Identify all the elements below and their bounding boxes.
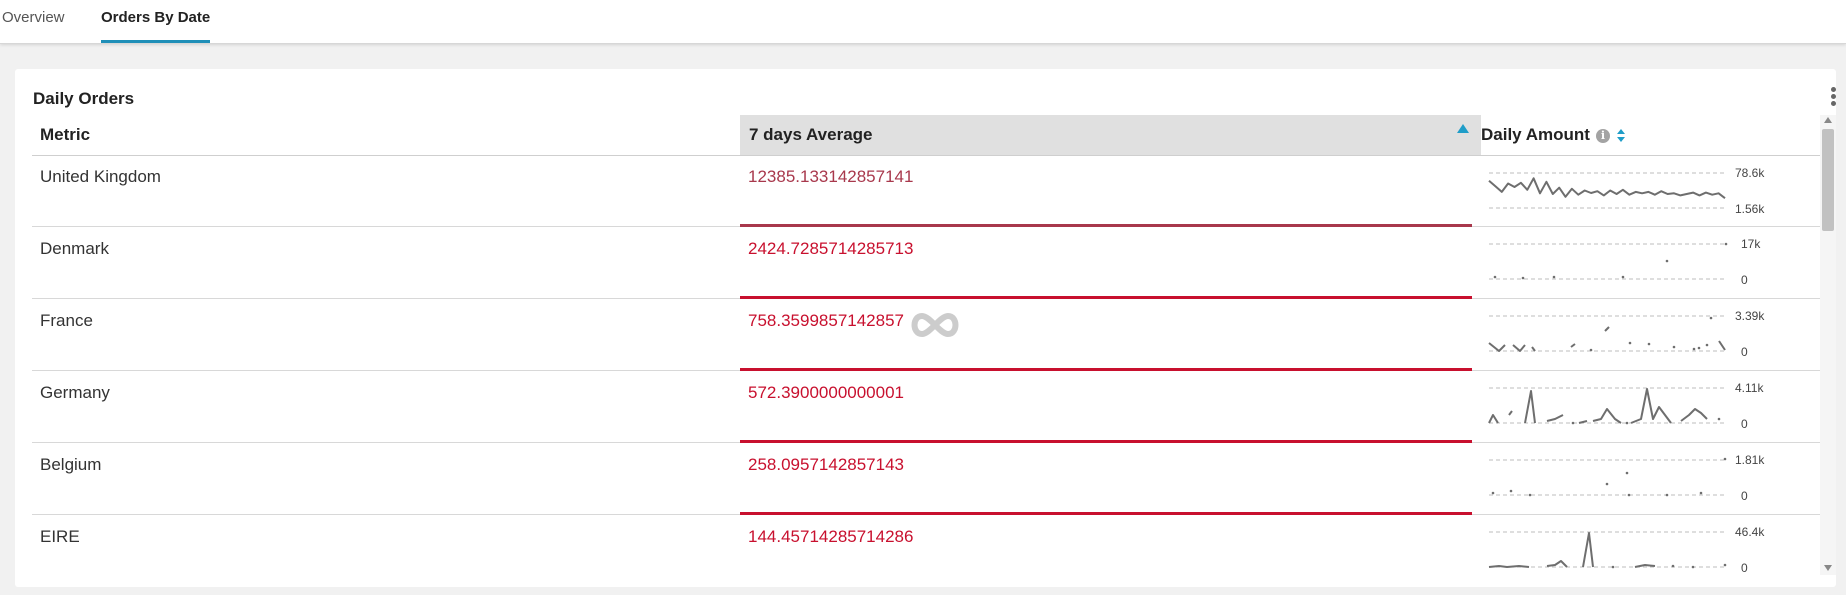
card-title: Daily Orders (33, 89, 135, 108)
column-header-metric[interactable]: Metric (40, 115, 90, 155)
column-header-7-days-average[interactable]: 7 days Average (740, 115, 1481, 155)
sparkline-min-label: 0 (1741, 273, 1748, 287)
vertical-scrollbar[interactable] (1820, 115, 1836, 575)
sparkline-min-label: 0 (1741, 417, 1748, 431)
sparkline-max-label: 78.6k (1735, 166, 1765, 180)
average-cell: 144.45714285714286 (748, 527, 914, 546)
loading-spinner-icon (911, 312, 959, 338)
column-header-daily-amount[interactable]: Daily Amount i (1481, 115, 1626, 155)
tab-bar: Overview Orders By Date (0, 0, 1846, 44)
sparkline-max-label: 17k (1741, 237, 1761, 251)
sparkline-chart: 4.11k 0 (1488, 381, 1764, 431)
sparkline-max-label: 3.39k (1735, 309, 1765, 323)
metric-cell: France (40, 311, 93, 330)
info-icon[interactable]: i (1595, 128, 1610, 143)
table-header: Metric 7 days Average Daily Amount i (32, 115, 1820, 156)
sparkline-chart: 78.6k 1.56k (1488, 166, 1765, 216)
average-cell: 758.3599857142857 (748, 311, 904, 330)
sparkline-max-label: 46.4k (1735, 525, 1765, 539)
sparkline-min-label: 0 (1741, 345, 1748, 359)
sparkline-chart: 46.4k 0 (1488, 525, 1765, 575)
metric-cell: Denmark (40, 239, 109, 258)
table-row: Germany 572.3900000000001 4.11k 0 (32, 371, 1820, 443)
sparkline-max-label: 1.81k (1735, 453, 1765, 467)
average-cell: 572.3900000000001 (748, 383, 904, 402)
table-row: EIRE 144.45714285714286 46.4k 0 (32, 515, 1820, 575)
sparkline-line (1488, 177, 1726, 199)
column-header-label: Metric (40, 125, 91, 144)
scrollbar-thumb[interactable] (1822, 129, 1834, 231)
orders-table: Metric 7 days Average Daily Amount i Unit… (32, 115, 1820, 575)
table-row: United Kingdom 12385.133142857141 78.6k … (32, 155, 1820, 227)
sparkline-max-label: 4.11k (1735, 381, 1764, 395)
average-cell: 258.0957142857143 (748, 455, 904, 474)
column-header-label: 7 days Average (749, 125, 873, 144)
column-header-label: Daily Amount (1481, 125, 1590, 144)
more-options-icon[interactable] (1830, 87, 1838, 111)
metric-cell: EIRE (40, 527, 80, 546)
sparkline-chart: 3.39k 0 (1488, 309, 1765, 359)
metric-cell: Belgium (40, 455, 102, 474)
sparkline-chart: 17k 0 (1489, 237, 1761, 287)
table-row: Denmark 2424.7285714285713 17k 0 (32, 227, 1820, 299)
metric-cell: Germany (40, 383, 110, 402)
sort-ascending-icon[interactable] (1457, 124, 1469, 133)
tab-overview[interactable]: Overview (2, 9, 65, 40)
scroll-up-icon[interactable] (1824, 117, 1832, 123)
sparkline-min-label: 1.56k (1735, 202, 1765, 216)
sparkline-min-label: 0 (1741, 489, 1748, 503)
sparkline-chart: 1.81k 0 (1489, 453, 1765, 503)
metric-cell: United Kingdom (40, 167, 161, 186)
table-row: Belgium 258.0957142857143 1.81k 0 (32, 443, 1820, 515)
average-cell: 2424.7285714285713 (748, 239, 914, 258)
sparkline-min-label: 0 (1741, 561, 1748, 575)
sort-icon[interactable] (1616, 128, 1626, 143)
scroll-down-icon[interactable] (1824, 565, 1832, 571)
tab-orders-by-date[interactable]: Orders By Date (101, 9, 211, 43)
average-cell: 12385.133142857141 (748, 167, 914, 186)
